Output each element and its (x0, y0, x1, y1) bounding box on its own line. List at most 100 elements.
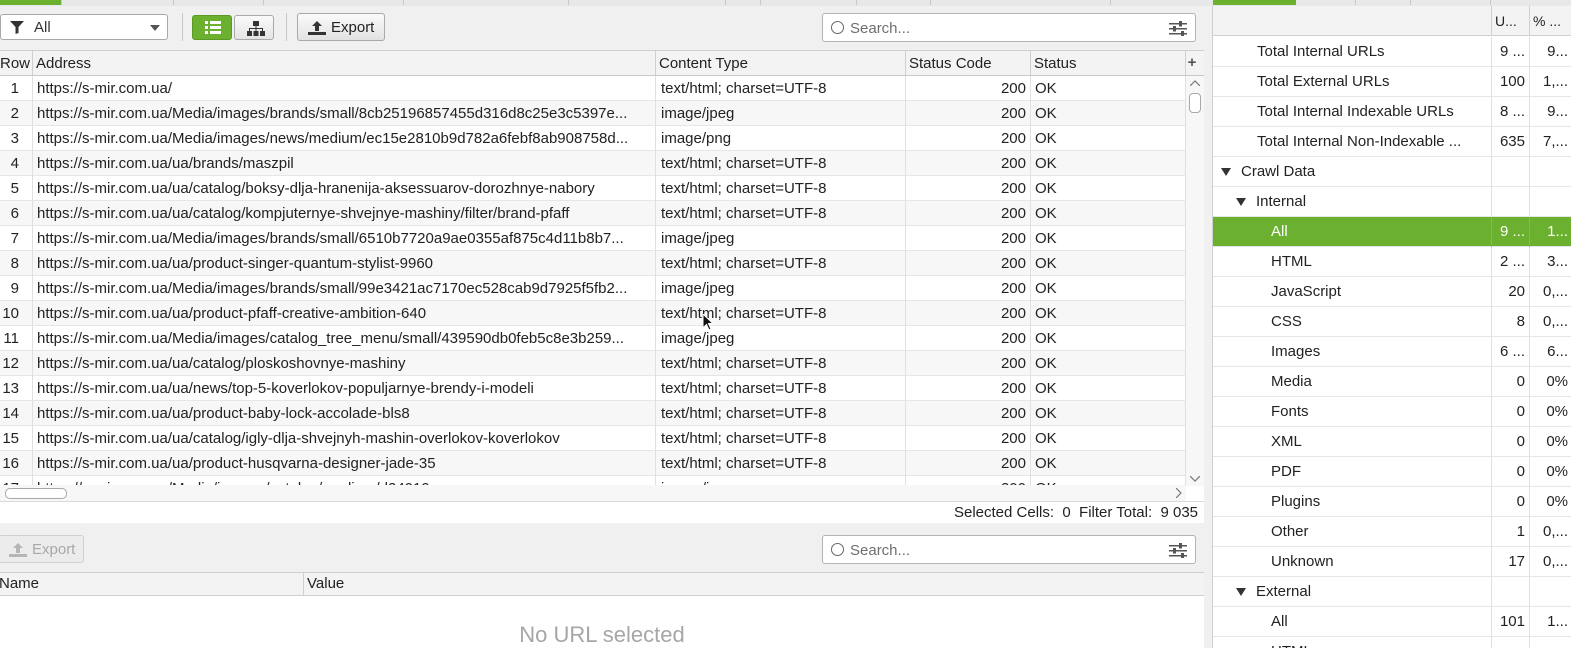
table-row[interactable]: 7 https://s-mir.com.ua/Media/images/brand… (0, 226, 1186, 251)
address-cell[interactable]: https://s-mir.com.ua/ua/catalog/ploskosh… (33, 351, 656, 376)
status-cell[interactable]: OK (1031, 376, 1186, 401)
status-cell[interactable]: OK (1031, 251, 1186, 276)
row-number-cell[interactable]: 10 (0, 301, 33, 326)
content-type-cell[interactable]: image/jpeg (656, 326, 906, 351)
status-code-cell[interactable]: 200 (906, 126, 1031, 151)
table-row[interactable]: 8 https://s-mir.com.ua/ua/product-singer-… (0, 251, 1186, 276)
row-number-cell[interactable]: 12 (0, 351, 33, 376)
status-code-cell[interactable]: 200 (906, 101, 1031, 126)
tab-overview-active-indicator[interactable] (1213, 0, 1296, 5)
row-number-cell[interactable]: 6 (0, 201, 33, 226)
overview-row[interactable]: Media 0 0% (1213, 367, 1571, 397)
status-cell[interactable]: OK (1031, 126, 1186, 151)
row-number-cell[interactable]: 16 (0, 451, 33, 476)
status-cell[interactable]: OK (1031, 151, 1186, 176)
tab-strip-segment[interactable] (264, 0, 404, 5)
column-header-address[interactable]: Address (33, 51, 656, 76)
column-header-urls[interactable]: U... (1495, 11, 1527, 31)
tab-strip-segment[interactable] (857, 0, 931, 5)
column-header-name[interactable]: Name (0, 573, 39, 595)
tab-strip-segment[interactable] (931, 0, 1111, 5)
tab-strip-segment[interactable] (404, 0, 569, 5)
vertical-scrollbar[interactable] (1186, 76, 1204, 486)
row-number-cell[interactable]: 1 (0, 76, 33, 101)
column-header-row[interactable]: Row (0, 51, 33, 76)
table-row[interactable]: 14 https://s-mir.com.ua/ua/product-baby-l… (0, 401, 1186, 426)
table-row[interactable]: 2 https://s-mir.com.ua/Media/images/brand… (0, 101, 1186, 126)
overview-row[interactable]: Internal (1213, 187, 1571, 217)
table-row[interactable]: 3 https://s-mir.com.ua/Media/images/news/… (0, 126, 1186, 151)
row-number-cell[interactable]: 15 (0, 426, 33, 451)
row-number-cell[interactable]: 14 (0, 401, 33, 426)
address-cell[interactable]: https://s-mir.com.ua/Media/images/news/m… (33, 126, 656, 151)
details-export-button[interactable]: Export (0, 535, 84, 563)
row-number-cell[interactable]: 3 (0, 126, 33, 151)
scroll-down-icon[interactable] (1190, 476, 1200, 482)
status-code-cell[interactable]: 200 (906, 326, 1031, 351)
address-cell[interactable]: https://s-mir.com.ua/ua/brands/maszpil (33, 151, 656, 176)
address-cell[interactable]: https://s-mir.com.ua/ua/product-pfaff-cr… (33, 301, 656, 326)
search-input[interactable] (850, 18, 1160, 38)
table-row[interactable]: 10 https://s-mir.com.ua/ua/product-pfaff-… (0, 301, 1186, 326)
table-row[interactable]: 1 https://s-mir.com.ua/text/html; charset… (0, 76, 1186, 101)
overview-row[interactable]: Total Internal URLs 9 ... 9... (1213, 37, 1571, 67)
overview-row[interactable]: HTML...... (1213, 637, 1571, 648)
content-type-cell[interactable]: text/html; charset=UTF-8 (656, 451, 906, 476)
column-header-value[interactable]: Value (307, 573, 344, 595)
overview-row[interactable]: All 9 ... 1... (1213, 217, 1571, 247)
horizontal-scroll-thumb[interactable] (5, 488, 67, 499)
tab-strip-segment[interactable] (1296, 0, 1356, 5)
row-number-cell[interactable]: 2 (0, 101, 33, 126)
details-search-input[interactable] (850, 540, 1160, 560)
overview-row[interactable]: Other 1 0,... (1213, 517, 1571, 547)
row-number-cell[interactable]: 11 (0, 326, 33, 351)
status-cell[interactable]: OK (1031, 301, 1186, 326)
content-type-cell[interactable]: text/html; charset=UTF-8 (656, 201, 906, 226)
expand-arrow-icon[interactable] (1236, 588, 1246, 596)
row-number-cell[interactable]: 7 (0, 226, 33, 251)
overview-row[interactable]: All 101 1... (1213, 607, 1571, 637)
address-cell[interactable]: https://s-mir.com.ua/ua/product-husqvarn… (33, 451, 656, 476)
table-row[interactable]: 13 https://s-mir.com.ua/ua/news/top-5-kov… (0, 376, 1186, 401)
address-cell[interactable]: https://s-mir.com.ua/ua/product-singer-q… (33, 251, 656, 276)
content-type-cell[interactable]: text/html; charset=UTF-8 (656, 351, 906, 376)
status-code-cell[interactable]: 200 (906, 451, 1031, 476)
tab-strip-segment[interactable] (174, 0, 264, 5)
address-cell[interactable]: https://s-mir.com.ua/Media/images/brands… (33, 101, 656, 126)
list-view-button[interactable] (192, 15, 232, 40)
status-code-cell[interactable]: 200 (906, 176, 1031, 201)
table-row[interactable]: 9 https://s-mir.com.ua/Media/images/brand… (0, 276, 1186, 301)
content-type-cell[interactable]: image/png (656, 126, 906, 151)
content-type-cell[interactable]: text/html; charset=UTF-8 (656, 376, 906, 401)
table-row[interactable]: 15 https://s-mir.com.ua/ua/catalog/igly-d… (0, 426, 1186, 451)
overview-row[interactable]: Total External URLs 100 1,... (1213, 67, 1571, 97)
tab-strip-segment[interactable] (62, 0, 174, 5)
content-type-cell[interactable]: image/jpeg (656, 276, 906, 301)
row-number-cell[interactable]: 4 (0, 151, 33, 176)
expand-arrow-icon[interactable] (1221, 168, 1231, 176)
export-button[interactable]: Export (297, 13, 385, 41)
status-code-cell[interactable]: 200 (906, 376, 1031, 401)
overview-row[interactable]: Fonts 0 0% (1213, 397, 1571, 427)
address-cell[interactable]: https://s-mir.com.ua/Media/images/brands… (33, 226, 656, 251)
table-row[interactable]: 5 https://s-mir.com.ua/ua/catalog/boksy-d… (0, 176, 1186, 201)
address-cell[interactable]: https://s-mir.com.ua/ua/catalog/boksy-dl… (33, 176, 656, 201)
overview-row[interactable]: PDF 0 0% (1213, 457, 1571, 487)
row-number-cell[interactable]: 8 (0, 251, 33, 276)
status-code-cell[interactable]: 200 (906, 276, 1031, 301)
row-number-cell[interactable]: 9 (0, 276, 33, 301)
table-row[interactable]: 4 https://s-mir.com.ua/ua/brands/maszpil t… (0, 151, 1186, 176)
status-cell[interactable]: OK (1031, 451, 1186, 476)
overview-row[interactable]: Images 6 ... 6... (1213, 337, 1571, 367)
add-column-icon[interactable]: + (1184, 55, 1200, 71)
status-code-cell[interactable]: 200 (906, 426, 1031, 451)
filter-dropdown[interactable]: All (0, 14, 168, 40)
status-cell[interactable]: OK (1031, 76, 1186, 101)
status-code-cell[interactable]: 200 (906, 301, 1031, 326)
address-cell[interactable]: https://s-mir.com.ua/ua/news/top-5-kover… (33, 376, 656, 401)
content-type-cell[interactable]: text/html; charset=UTF-8 (656, 176, 906, 201)
address-cell[interactable]: https://s-mir.com.ua/ua/product-baby-loc… (33, 401, 656, 426)
content-type-cell[interactable]: image/jpeg (656, 101, 906, 126)
status-cell[interactable]: OK (1031, 226, 1186, 251)
table-row[interactable]: 12 https://s-mir.com.ua/ua/catalog/plosko… (0, 351, 1186, 376)
